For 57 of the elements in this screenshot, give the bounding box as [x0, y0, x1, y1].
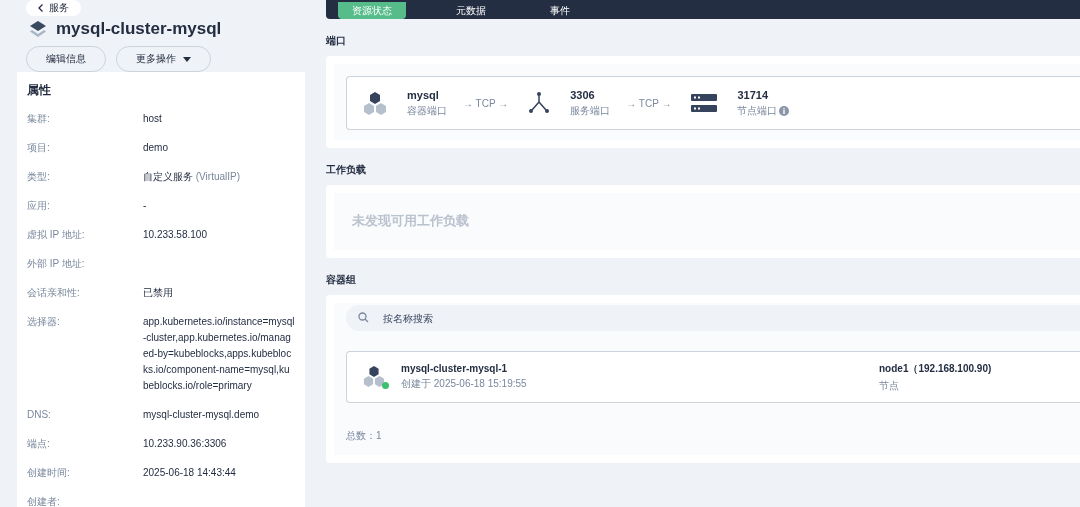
property-label: 虚拟 IP 地址:: [27, 228, 86, 242]
property-label: 外部 IP 地址:: [27, 257, 86, 271]
chevron-left-icon: [38, 4, 43, 12]
port-label: 服务端口: [570, 103, 611, 118]
branch-icon: [528, 91, 551, 115]
pod-name: mysql-cluster-mysql-1: [401, 363, 509, 374]
property-label: 创建者:: [27, 495, 61, 507]
property-value: app.kubernetes.io/instance=mysql-cluster,app.kubernetes.io/managed-by=kubeblocks,apps.kubeblocks.io/component-name=mysql,kubeblocks.io/role=primary: [143, 315, 295, 393]
property-label: 集群:: [27, 112, 51, 126]
caret-icon: [183, 56, 191, 62]
section-heading: 属性: [27, 82, 52, 99]
port-number: 31714: [737, 88, 769, 101]
server-icon: [691, 91, 718, 115]
property-value: 已禁用: [143, 286, 174, 300]
property-label: 选择器:: [27, 315, 61, 329]
protocol-text: → TCP →: [463, 97, 509, 109]
property-label: 项目:: [27, 141, 51, 155]
property-label: DNS:: [27, 408, 52, 422]
property-label: 应用:: [27, 199, 51, 213]
property-value: 10.233.90.36:3306: [143, 437, 228, 451]
tab[interactable]: 事件: [536, 2, 584, 19]
property-label: 端点:: [27, 437, 51, 451]
property-label: 会话亲和性:: [27, 286, 81, 300]
property-value: demo: [143, 141, 169, 155]
section-heading: 工作负载: [326, 163, 367, 177]
node-name: node1（192.168.100.90): [879, 361, 992, 376]
empty-message: 未发现可用工作负载: [352, 212, 470, 230]
port-name: mysql: [407, 88, 440, 101]
action-button[interactable]: 更多操作: [116, 46, 211, 72]
hexagons-icon: [363, 365, 385, 387]
port-label: 容器端口: [407, 103, 447, 118]
hexagons-icon: [363, 91, 387, 115]
property-label: 类型:: [27, 170, 51, 184]
layers-icon: [28, 19, 48, 39]
pod-row[interactable]: mysql-cluster-mysql-1 创建于 2025-06-18 15:19:55 node1（192.168.100.90) 节点: [346, 351, 1080, 403]
tab[interactable]: 元数据: [442, 2, 500, 19]
protocol-text: → TCP →: [626, 97, 672, 109]
node-label: 节点: [879, 378, 900, 393]
info-icon[interactable]: [779, 105, 790, 116]
back-button[interactable]: 服务: [26, 0, 81, 16]
section-heading: 容器组: [326, 273, 357, 287]
search-field[interactable]: 按名称搜索: [346, 305, 1080, 331]
search-icon: [358, 312, 369, 323]
property-value: 自定义服务 (VirtualIP): [143, 170, 242, 184]
property-value: 2025-06-18 14:43:44: [143, 466, 237, 480]
section-heading: 端口: [326, 34, 347, 48]
property-value: mysql-cluster-mysql.demo: [143, 408, 261, 422]
page-title: mysql-cluster-mysql: [56, 19, 222, 39]
property-value: host: [143, 112, 163, 126]
property-label: 创建时间:: [27, 466, 71, 480]
action-button[interactable]: 编辑信息: [26, 46, 106, 72]
port-number: 3306: [570, 88, 596, 101]
pod-created: 创建于 2025-06-18 15:19:55: [401, 377, 528, 391]
port-label: 节点端口: [737, 103, 778, 118]
total-count: 总数：1: [346, 429, 383, 443]
property-value: -: [143, 199, 148, 213]
property-value: 10.233.58.100: [143, 228, 208, 242]
